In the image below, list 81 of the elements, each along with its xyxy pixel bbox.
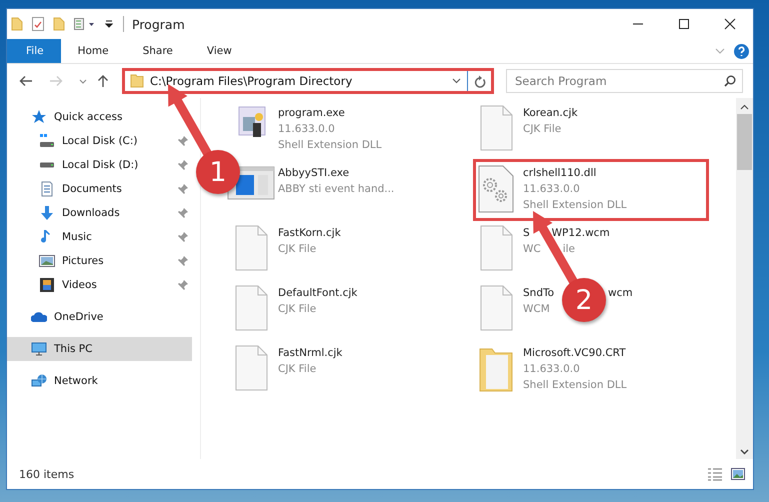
item-count: 160 items bbox=[19, 468, 74, 480]
blank-file-icon bbox=[479, 225, 513, 271]
file-detail: Shell Extension DLL bbox=[523, 198, 627, 213]
film-icon bbox=[39, 277, 55, 293]
scroll-up-icon[interactable] bbox=[740, 104, 749, 110]
sidebar-item[interactable]: This PC bbox=[7, 337, 192, 361]
file-name[interactable]: SndTo bbox=[523, 285, 554, 301]
file-name[interactable]: Korean.cjk bbox=[523, 105, 578, 121]
maximize-icon bbox=[678, 18, 690, 30]
blank-file-icon bbox=[479, 285, 513, 331]
blank-file-icon bbox=[479, 105, 513, 151]
file-name[interactable]: wcm bbox=[608, 285, 633, 301]
file-name[interactable]: AbbyySTI.exe bbox=[278, 165, 350, 181]
file-name[interactable]: Microsoft.VC90.CRT bbox=[523, 345, 626, 361]
window-title: Program bbox=[132, 16, 185, 32]
details-view-icon[interactable] bbox=[707, 467, 723, 481]
file-name[interactable]: FastKorn.cjk bbox=[278, 225, 341, 241]
up-arrow-icon[interactable] bbox=[97, 74, 109, 88]
file-name[interactable]: crlshell110.dll bbox=[523, 165, 596, 181]
address-bar[interactable]: C:\Program Files\Program Directory bbox=[122, 68, 494, 94]
sidebar-item[interactable]: Downloads bbox=[7, 201, 192, 225]
file-detail: Shell Extension DLL bbox=[278, 138, 382, 153]
blank-file-icon bbox=[234, 225, 268, 271]
scrollbar[interactable] bbox=[736, 98, 753, 459]
ribbon-tab[interactable]: View bbox=[190, 39, 249, 63]
drive-icon bbox=[39, 133, 55, 149]
sidebar-item[interactable]: Videos bbox=[7, 273, 192, 297]
recent-dropdown-icon[interactable] bbox=[79, 78, 87, 84]
file-detail: WCM bbox=[523, 302, 550, 317]
drive-icon bbox=[39, 162, 55, 168]
file-detail: 11.633.0.0 bbox=[278, 122, 335, 137]
file-detail: CJK File bbox=[278, 302, 316, 317]
file-name[interactable]: program.exe bbox=[278, 105, 345, 121]
dropdown-caret-icon[interactable] bbox=[452, 78, 461, 84]
large-icons-view-icon[interactable] bbox=[731, 468, 745, 480]
network-icon bbox=[31, 373, 47, 389]
sidebar-item[interactable]: Local Disk (D:) bbox=[7, 153, 192, 177]
file-name[interactable]: DefaultFont.cjk bbox=[278, 285, 358, 301]
gears-file-icon bbox=[476, 165, 516, 213]
file-detail: ABBY sti event hand... bbox=[278, 182, 394, 197]
properties-icon[interactable] bbox=[32, 17, 44, 31]
file-detail: CJK File bbox=[278, 242, 316, 257]
file-detail: 11.633.0.0 bbox=[523, 182, 580, 197]
ribbon-tab[interactable]: Share bbox=[126, 39, 190, 63]
ribbon-tab[interactable]: File bbox=[7, 39, 61, 63]
file-name[interactable]: FastNrml.cjk bbox=[278, 345, 342, 361]
file-detail: CJK File bbox=[278, 362, 316, 377]
help-icon[interactable] bbox=[734, 44, 749, 58]
monitor-icon bbox=[31, 341, 47, 357]
file-detail: Shell Extension DLL bbox=[523, 378, 627, 393]
refresh-icon[interactable] bbox=[474, 74, 486, 88]
close-icon bbox=[724, 18, 736, 30]
sidebar-item[interactable]: Music bbox=[7, 225, 192, 249]
address-path: C:\Program Files\Program Directory bbox=[150, 74, 354, 88]
sidebar-item[interactable]: Pictures bbox=[7, 249, 192, 273]
file-detail: CJK File bbox=[523, 122, 562, 137]
scrollbar-thumb[interactable] bbox=[737, 114, 752, 170]
document-icon bbox=[39, 181, 55, 197]
blank-file-icon bbox=[234, 345, 268, 391]
file-detail: 11.633.0.0 bbox=[523, 362, 580, 377]
down-arrow-icon bbox=[39, 205, 55, 221]
picture-icon bbox=[39, 253, 55, 269]
sidebar-item[interactable]: Local Disk (C:) bbox=[7, 129, 192, 153]
folder-icon bbox=[130, 74, 144, 88]
search-field[interactable]: Search Program bbox=[506, 69, 743, 93]
view-options-icon[interactable] bbox=[74, 18, 96, 30]
ribbon-tab[interactable]: Home bbox=[60, 39, 126, 63]
sidebar-item[interactable]: Network bbox=[7, 369, 104, 393]
star-icon bbox=[31, 109, 47, 125]
scroll-down-icon[interactable] bbox=[740, 449, 749, 455]
back-arrow-icon[interactable] bbox=[19, 75, 33, 87]
search-icon bbox=[724, 75, 736, 87]
file-detail: ile bbox=[562, 242, 576, 257]
sidebar-item[interactable]: Quick access bbox=[7, 105, 128, 129]
sidebar-item[interactable]: Documents bbox=[7, 177, 192, 201]
file-name[interactable]: S bbox=[523, 225, 530, 241]
customize-caret-icon[interactable] bbox=[105, 20, 113, 28]
file-name[interactable]: WP12.wcm bbox=[552, 225, 610, 241]
blank-file-icon bbox=[234, 285, 268, 331]
sidebar-item[interactable]: OneDrive bbox=[7, 305, 110, 329]
file-detail: WC bbox=[523, 242, 541, 257]
